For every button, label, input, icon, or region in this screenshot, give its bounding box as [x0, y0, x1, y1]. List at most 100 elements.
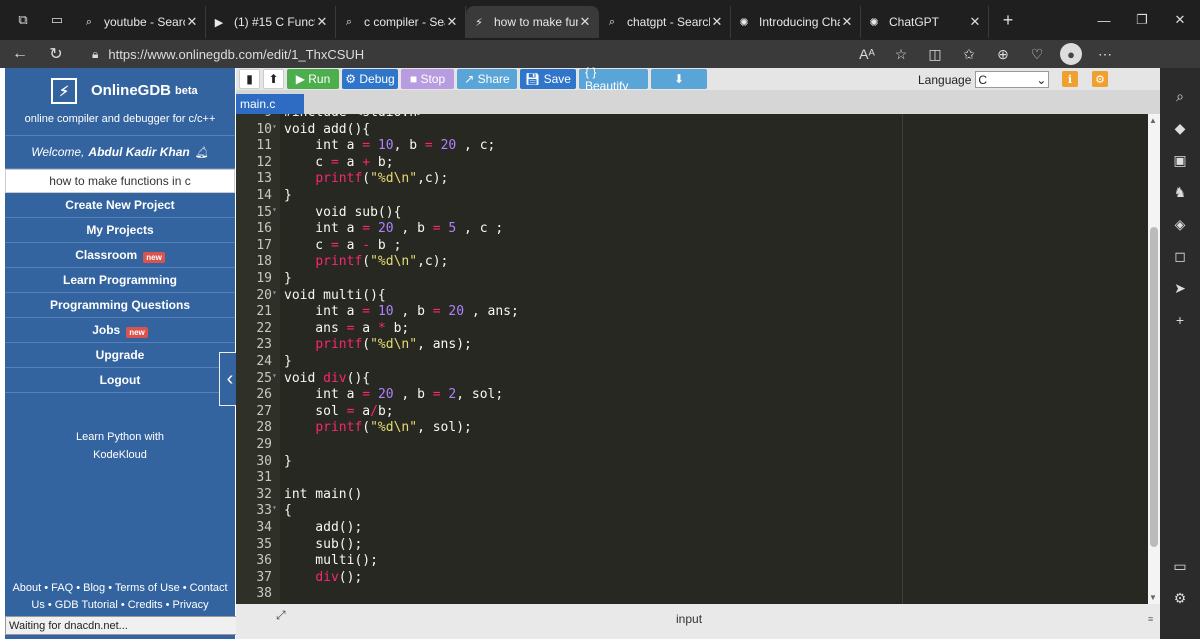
code-line[interactable]: 35 sub(); [236, 537, 1148, 554]
code-line[interactable]: 27 sol = a/b; [236, 404, 1148, 421]
close-tab-icon[interactable]: ✕ [968, 14, 982, 30]
code-editor[interactable]: 9#include <stdio.h>10▾void add(){11 int … [236, 114, 1148, 604]
browser-essentials-icon[interactable]: ♡ [1020, 46, 1054, 63]
code-line[interactable]: 37 div(); [236, 570, 1148, 587]
copilot-icon[interactable]: ◈ [1165, 208, 1195, 240]
language-select[interactable]: C ⌄ [975, 71, 1050, 88]
fold-arrow-icon[interactable]: ▾ [272, 122, 280, 131]
close-tab-icon[interactable]: ✕ [578, 14, 592, 30]
sidebar-item-learn-programming[interactable]: Learn Programming [5, 268, 235, 293]
favorites-icon[interactable]: ✩ [952, 46, 986, 63]
browser-tab[interactable]: ⌕ c compiler - Search✕ [336, 6, 466, 38]
code-line[interactable]: 19} [236, 271, 1148, 288]
sidebar-item-classroom[interactable]: Classroom new [5, 243, 235, 268]
sidebar-item-my-projects[interactable]: My Projects [5, 218, 235, 243]
code-line[interactable]: 18 printf("%d\n",c); [236, 254, 1148, 271]
close-tab-icon[interactable]: ✕ [315, 14, 329, 30]
debug-button[interactable]: ⚙︎ Debug [342, 69, 398, 89]
close-tab-icon[interactable]: ✕ [185, 14, 199, 30]
download-button[interactable]: ⬇ [651, 69, 707, 89]
sidebar-item-logout[interactable]: Logout [5, 368, 235, 393]
fold-arrow-icon[interactable]: ▾ [272, 371, 280, 380]
workspaces-icon[interactable]: ⧉ [12, 9, 34, 31]
brand[interactable]: ⚡︎ OnlineGDB beta [5, 68, 235, 113]
scrollbar-thumb[interactable] [1150, 227, 1158, 547]
browser-tab[interactable]: ✺ Introducing ChatGPT✕ [731, 6, 861, 38]
code-line[interactable]: 15 ▾ void sub(){ [236, 205, 1148, 222]
browser-tab[interactable]: ▶ (1) #15 C Functions✕ [206, 6, 336, 38]
minimize-button[interactable]: — [1085, 13, 1123, 28]
search-icon[interactable]: ⌕ [1165, 80, 1195, 112]
promo[interactable]: Learn Python with KodeKloud [5, 428, 235, 464]
code-line[interactable]: 34 add(); [236, 520, 1148, 537]
tools-icon[interactable]: ▣ [1165, 144, 1195, 176]
browser-tab[interactable]: ⌕ youtube - Search✕ [76, 6, 206, 38]
code-line[interactable]: 32 int main() [236, 487, 1148, 504]
bell-icon[interactable]: 🔔︎ [195, 146, 209, 159]
fold-arrow-icon[interactable]: ▾ [272, 205, 280, 214]
code-line[interactable]: 9 #include <stdio.h> [236, 114, 1148, 122]
code-line[interactable]: 12 c = a + b; [236, 155, 1148, 172]
code-line[interactable]: 16 int a = 20 , b = 5 , c ; [236, 221, 1148, 238]
code-line[interactable]: 33 ▾ { [236, 503, 1148, 520]
welcome-user[interactable]: Abdul Kadir Khan [88, 145, 189, 159]
profile-avatar[interactable]: ● [1060, 43, 1082, 65]
scroll-down-icon[interactable]: ▼ [1149, 593, 1157, 602]
code-line[interactable]: 21 int a = 10 , b = 20 , ans; [236, 304, 1148, 321]
file-tab-main-c[interactable]: main.c [236, 94, 304, 114]
sidebar-item-create-new-project[interactable]: Create New Project [5, 193, 235, 218]
browser-tab[interactable]: ⚡︎ how to make functions✕ [466, 6, 599, 38]
code-line[interactable]: 23 printf("%d\n", ans); [236, 337, 1148, 354]
expand-icon[interactable]: ⤢ [276, 608, 286, 623]
close-tab-icon[interactable]: ✕ [840, 14, 854, 30]
code-line[interactable]: 10 ▾ void add(){ [236, 122, 1148, 139]
info-icon[interactable]: ℹ [1062, 71, 1078, 87]
favorite-star-icon[interactable]: ☆ [884, 46, 918, 63]
code-line[interactable]: 20 ▾ void multi(){ [236, 288, 1148, 305]
sidebar-settings-icon[interactable]: ⚙ [1165, 582, 1195, 614]
code-line[interactable]: 24} [236, 354, 1148, 371]
code-line[interactable]: 17 c = a - b ; [236, 238, 1148, 255]
footer-links-line2[interactable]: Us • GDB Tutorial • Credits • Privacy [5, 597, 235, 614]
split-screen-icon[interactable]: ◫ [918, 46, 952, 63]
fold-arrow-icon[interactable]: ▾ [272, 288, 280, 297]
tab-actions-icon[interactable]: ▭ [46, 9, 68, 31]
code-line[interactable]: 29 [236, 437, 1148, 454]
new-file-icon[interactable]: ▮ [239, 69, 260, 89]
shopping-tag-icon[interactable]: ◆ [1165, 112, 1195, 144]
code-line[interactable]: 25 ▾ void div(){ [236, 371, 1148, 388]
code-line[interactable]: 11 int a = 10, b = 20 , c; [236, 138, 1148, 155]
run-button[interactable]: ▶ Run [287, 69, 339, 89]
games-icon[interactable]: ♞ [1165, 176, 1195, 208]
sidebar-item-programming-questions[interactable]: Programming Questions [5, 293, 235, 318]
editor-scrollbar[interactable]: ▲ ▼ [1148, 114, 1160, 604]
code-line[interactable]: 36 multi(); [236, 553, 1148, 570]
code-line[interactable]: 14} [236, 188, 1148, 205]
save-button[interactable]: 💾︎ Save [520, 69, 576, 89]
sidebar-layout-icon[interactable]: ▭ [1165, 550, 1195, 582]
stop-button[interactable]: ■ Stop [401, 69, 454, 89]
settings-gear-icon[interactable]: ⚙ [1092, 71, 1108, 87]
scroll-up-icon[interactable]: ▲ [1149, 116, 1157, 125]
browser-tab[interactable]: ⌕ chatgpt - Search ✕ [599, 6, 731, 38]
more-options-icon[interactable]: ⋯ [1088, 46, 1122, 63]
close-tab-icon[interactable]: ✕ [710, 14, 724, 30]
code-line[interactable]: 28 printf("%d\n", sol); [236, 420, 1148, 437]
sidebar-item-upgrade[interactable]: Upgrade [5, 343, 235, 368]
add-app-icon[interactable]: + [1165, 304, 1195, 336]
collections-icon[interactable]: ⊕ [986, 46, 1020, 63]
sidebar-item-jobs[interactable]: Jobs new [5, 318, 235, 343]
send-icon[interactable]: ➤ [1165, 272, 1195, 304]
upload-icon[interactable]: ⬆ [263, 69, 284, 89]
refresh-button[interactable]: ↻ [42, 42, 70, 66]
code-line[interactable]: 31 [236, 470, 1148, 487]
input-tab[interactable]: input [676, 612, 702, 626]
fold-arrow-icon[interactable]: ▾ [272, 503, 280, 512]
close-window-button[interactable]: ✕ [1161, 12, 1199, 28]
code-line[interactable]: 13 printf("%d\n",c); [236, 171, 1148, 188]
code-line[interactable]: 22 ans = a * b; [236, 321, 1148, 338]
share-button[interactable]: ↗ Share [457, 69, 517, 89]
read-aloud-icon[interactable]: Aᴬ [850, 46, 884, 62]
code-line[interactable]: 38 [236, 586, 1148, 603]
project-title-field[interactable]: how to make functions in c [5, 169, 235, 193]
